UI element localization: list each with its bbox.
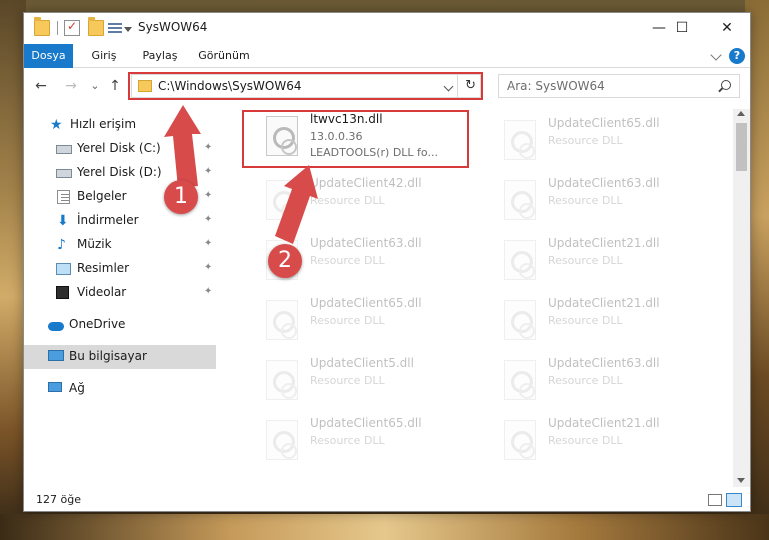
arrow-1 bbox=[164, 105, 201, 188]
step-badge-1: 1 bbox=[164, 180, 198, 214]
arrow-2 bbox=[275, 165, 318, 244]
step-badge-2: 2 bbox=[268, 244, 302, 278]
annotation-arrows bbox=[164, 105, 318, 244]
